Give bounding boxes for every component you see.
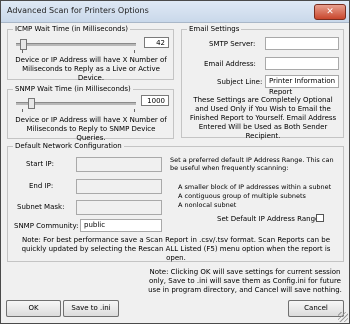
email-settings-group: Email Settings SMTP Server: Email Addres…: [181, 25, 344, 140]
email-address-label: Email Address:: [204, 60, 256, 68]
close-button[interactable]: ✕: [314, 4, 346, 20]
snmp-community-label: SNMP Community:: [14, 222, 79, 230]
icmp-slider-tick: [22, 50, 23, 53]
smtp-server-input[interactable]: [265, 37, 339, 50]
subnet-mask-label: Subnet Mask:: [17, 203, 65, 211]
title-bar[interactable]: Advanced Scan for Printers Options ✕: [1, 1, 349, 23]
footer-note: Note: Clicking OK will save settings for…: [148, 268, 342, 294]
snmp-wait-group: SNMP Wait Time (in Milliseconds) 1000 De…: [7, 85, 174, 142]
snmp-wait-value[interactable]: 1000: [141, 95, 169, 106]
end-ip-input[interactable]: [76, 179, 162, 194]
window-title: Advanced Scan for Printers Options: [7, 6, 149, 15]
icmp-slider-track[interactable]: [16, 43, 136, 46]
cancel-button[interactable]: Cancel: [288, 300, 344, 317]
network-performance-note: Note: For best performance save a Scan R…: [21, 236, 331, 262]
icmp-wait-description: Device or IP Address will have X Number …: [15, 56, 167, 82]
subject-line-label: Subject Line:: [217, 78, 263, 86]
network-config-group: Default Network Configuration Start IP: …: [7, 142, 344, 262]
icmp-wait-group: ICMP Wait Time (in Milliseconds) 42 Devi…: [7, 25, 174, 82]
subject-line-input[interactable]: Printer Information Report: [265, 75, 339, 96]
ok-button[interactable]: OK: [6, 300, 61, 317]
end-ip-label: End IP:: [29, 182, 54, 190]
snmp-slider-tick: [22, 109, 23, 112]
range-bullet-1: A smaller block of IP addresses within a…: [178, 183, 332, 191]
icmp-slider-thumb[interactable]: [20, 39, 27, 50]
icmp-wait-value[interactable]: 42: [144, 37, 169, 48]
default-range-checkbox[interactable]: [316, 214, 324, 222]
smtp-server-label: SMTP Server:: [209, 40, 256, 48]
email-settings-note: These Settings are Completely Optional a…: [189, 96, 337, 140]
icmp-wait-legend: ICMP Wait Time (in Milliseconds): [13, 25, 130, 33]
network-config-legend: Default Network Configuration: [13, 142, 124, 150]
start-ip-input[interactable]: [76, 157, 162, 172]
snmp-wait-description: Device or IP Address will have X Number …: [15, 116, 167, 142]
save-to-ini-button[interactable]: Save to .ini: [63, 300, 119, 317]
email-settings-legend: Email Settings: [187, 25, 242, 33]
snmp-community-input[interactable]: public: [80, 219, 162, 232]
preferred-range-text: Set a preferred default IP Address Range…: [170, 156, 334, 172]
icmp-slider-tick: [134, 50, 135, 53]
subnet-mask-input[interactable]: [76, 200, 162, 215]
range-bullet-2: A contiguous group of multiple subnets: [178, 192, 306, 200]
default-range-label: Set Default IP Address Range: [217, 215, 320, 223]
snmp-slider-tick: [134, 109, 135, 112]
resize-grip-icon[interactable]: [338, 312, 348, 322]
snmp-wait-legend: SNMP Wait Time (in Milliseconds): [13, 85, 133, 93]
range-bullet-3: A nonlocal subnet: [178, 201, 237, 209]
start-ip-label: Start IP:: [26, 160, 54, 168]
email-address-input[interactable]: [265, 57, 339, 70]
snmp-slider-thumb[interactable]: [28, 98, 35, 109]
options-window: Advanced Scan for Printers Options ✕ ICM…: [0, 0, 350, 324]
